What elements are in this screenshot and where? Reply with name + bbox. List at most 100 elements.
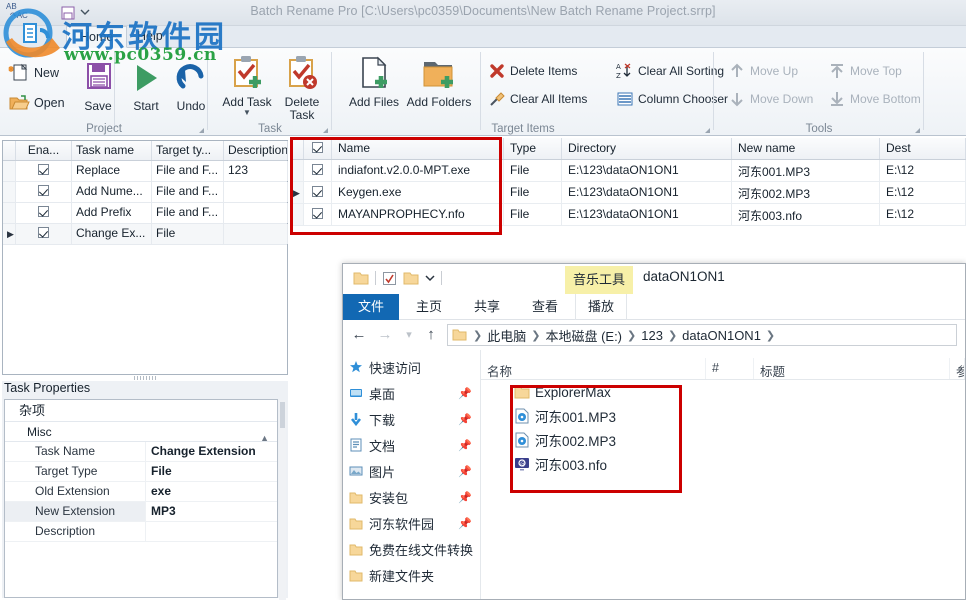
- breadcrumb-item[interactable]: dataON1ON1: [680, 328, 763, 343]
- nav-item-free-online-converter[interactable]: 免费在线文件转换: [343, 536, 480, 562]
- back-button[interactable]: ←: [349, 326, 369, 344]
- property-value[interactable]: Change Extension: [145, 442, 277, 461]
- grid-col-new-name[interactable]: New name: [732, 138, 880, 159]
- explorer-tab-home[interactable]: 主页: [405, 294, 453, 320]
- nav-item-desktop[interactable]: 桌面 📌: [343, 380, 480, 406]
- chevron-down-icon[interactable]: [425, 274, 435, 282]
- grid-col-directory[interactable]: Directory: [562, 138, 732, 159]
- table-row[interactable]: Add Nume... File and F...: [3, 182, 287, 203]
- row-checkbox[interactable]: [304, 182, 332, 203]
- checkbox-icon[interactable]: [38, 185, 49, 196]
- properties-group-misc[interactable]: Misc ▲: [5, 422, 277, 442]
- list-item[interactable]: @ 河东003.nfo: [481, 452, 965, 476]
- up-button[interactable]: ↑: [421, 326, 441, 344]
- add-task-button[interactable]: Add Task ▼: [218, 54, 276, 116]
- clear-all-sorting-button[interactable]: A Z Clear All Sorting: [616, 60, 724, 82]
- explorer-col-title[interactable]: 标题: [754, 358, 950, 379]
- property-value[interactable]: MP3: [145, 502, 277, 521]
- grid-col-type[interactable]: Type: [504, 138, 562, 159]
- checkbox-icon[interactable]: [312, 142, 323, 153]
- explorer-col-name[interactable]: 名称 ^: [481, 358, 706, 379]
- checkbox-icon[interactable]: [312, 186, 323, 197]
- tab-home[interactable]: Home: [66, 26, 127, 48]
- table-row[interactable]: ▶ Keygen.exe File E:\123\dataON1ON1 河东00…: [290, 182, 966, 204]
- property-row[interactable]: Old Extension exe: [5, 482, 277, 502]
- project-dialog-launcher[interactable]: [199, 128, 204, 133]
- pin-icon[interactable]: 📌: [458, 413, 472, 426]
- explorer-file-list[interactable]: ExplorerMax 河东001.MP3 河东: [481, 380, 965, 599]
- task-grid-col-description[interactable]: Description: [224, 141, 288, 160]
- open-button[interactable]: Open: [6, 90, 65, 116]
- add-task-dropdown-icon[interactable]: ▼: [218, 109, 276, 116]
- row-enabled-checkbox[interactable]: [16, 224, 72, 244]
- checkbox-icon[interactable]: [312, 164, 323, 175]
- tab-help[interactable]: Help: [124, 26, 176, 48]
- nav-item-pictures[interactable]: 图片 📌: [343, 458, 480, 484]
- nav-item-documents[interactable]: 文档 📌: [343, 432, 480, 458]
- property-row[interactable]: Task Name Change Extension: [5, 442, 277, 462]
- checkbox-icon[interactable]: [312, 208, 323, 219]
- add-files-button[interactable]: Add Files: [346, 54, 402, 109]
- table-row[interactable]: Add Prefix File and F...: [3, 203, 287, 224]
- delete-items-button[interactable]: Delete Items: [488, 60, 577, 82]
- property-row[interactable]: New Extension MP3: [5, 502, 277, 522]
- checkbox-icon[interactable]: [38, 206, 49, 217]
- explorer-tab-play[interactable]: 播放: [575, 294, 627, 320]
- explorer-col-track-number[interactable]: #: [706, 358, 754, 379]
- add-folders-button[interactable]: Add Folders: [404, 54, 474, 109]
- target-items-dialog-launcher[interactable]: [705, 128, 710, 133]
- explorer-navigation-pane[interactable]: 快速访问 桌面 📌 下载 📌 文档 📌: [343, 350, 481, 599]
- target-items-grid[interactable]: Name Type Directory New name Dest indiaf…: [290, 138, 966, 238]
- task-properties-grid[interactable]: 杂项 Misc ▲ Task Name Change Extension Tar…: [4, 399, 278, 598]
- task-dialog-launcher[interactable]: [323, 128, 328, 133]
- tools-dialog-launcher[interactable]: [915, 128, 920, 133]
- column-chooser-button[interactable]: Column Chooser: [616, 88, 728, 110]
- explorer-col-artist[interactable]: 参与创作的艺术家: [950, 358, 965, 379]
- explorer-tab-file[interactable]: 文件: [343, 294, 399, 320]
- move-bottom-button[interactable]: Move Bottom: [828, 88, 921, 110]
- delete-task-button[interactable]: Delete Task: [276, 54, 328, 122]
- properties-icon[interactable]: [382, 271, 397, 286]
- pin-icon[interactable]: 📌: [458, 465, 472, 478]
- explorer-quick-access-toolbar[interactable]: [353, 269, 442, 287]
- nav-item-downloads[interactable]: 下载 📌: [343, 406, 480, 432]
- pin-icon[interactable]: 📌: [458, 491, 472, 504]
- nav-item-install-packages[interactable]: 安装包 📌: [343, 484, 480, 510]
- checkbox-icon[interactable]: [38, 227, 49, 238]
- grid-col-name[interactable]: Name: [332, 138, 504, 159]
- property-row[interactable]: Description: [5, 522, 277, 542]
- nav-item-new-folder[interactable]: 新建文件夹: [343, 562, 480, 588]
- row-checkbox[interactable]: [304, 160, 332, 181]
- explorer-tab-share[interactable]: 共享: [463, 294, 511, 320]
- address-breadcrumb-bar[interactable]: ❯ 此电脑 ❯ 本地磁盘 (E:) ❯ 123 ❯ dataON1ON1 ❯: [447, 324, 957, 346]
- task-grid[interactable]: Ena... Task name Target ty... Descriptio…: [2, 140, 288, 375]
- table-row[interactable]: ▶ Change Ex... File: [3, 224, 287, 245]
- horizontal-splitter[interactable]: [134, 376, 158, 380]
- new-folder-icon[interactable]: [403, 270, 419, 286]
- grid-col-destination[interactable]: Dest: [880, 138, 966, 159]
- pin-icon[interactable]: 📌: [458, 387, 472, 400]
- list-item[interactable]: ExplorerMax: [481, 380, 965, 404]
- property-value[interactable]: File: [145, 462, 277, 481]
- chevron-up-icon[interactable]: ▲: [260, 428, 269, 448]
- move-up-button[interactable]: Move Up: [728, 60, 798, 82]
- nav-item-hedong-software[interactable]: 河东软件园 📌: [343, 510, 480, 536]
- table-row[interactable]: indiafont.v2.0.0-MPT.exe File E:\123\dat…: [290, 160, 966, 182]
- properties-scrollbar[interactable]: [279, 400, 286, 600]
- checkbox-icon[interactable]: [38, 164, 49, 175]
- recent-locations-button[interactable]: ▾: [399, 326, 419, 344]
- table-row[interactable]: Replace File and F... 123: [3, 161, 287, 182]
- task-grid-col-enabled[interactable]: Ena...: [16, 141, 72, 160]
- nav-item-quick-access[interactable]: 快速访问: [343, 354, 480, 380]
- list-item[interactable]: 河东002.MP3: [481, 428, 965, 452]
- explorer-tab-view[interactable]: 查看: [521, 294, 569, 320]
- breadcrumb-item[interactable]: 本地磁盘 (E:): [543, 326, 624, 345]
- pin-icon[interactable]: 📌: [458, 517, 472, 530]
- row-checkbox[interactable]: [304, 204, 332, 225]
- breadcrumb-item[interactable]: 此电脑: [485, 326, 528, 345]
- pin-icon[interactable]: 📌: [458, 439, 472, 452]
- row-enabled-checkbox[interactable]: [16, 182, 72, 202]
- row-enabled-checkbox[interactable]: [16, 161, 72, 181]
- breadcrumb-item[interactable]: 123: [639, 328, 665, 343]
- table-row[interactable]: MAYANPROPHECY.nfo File E:\123\dataON1ON1…: [290, 204, 966, 226]
